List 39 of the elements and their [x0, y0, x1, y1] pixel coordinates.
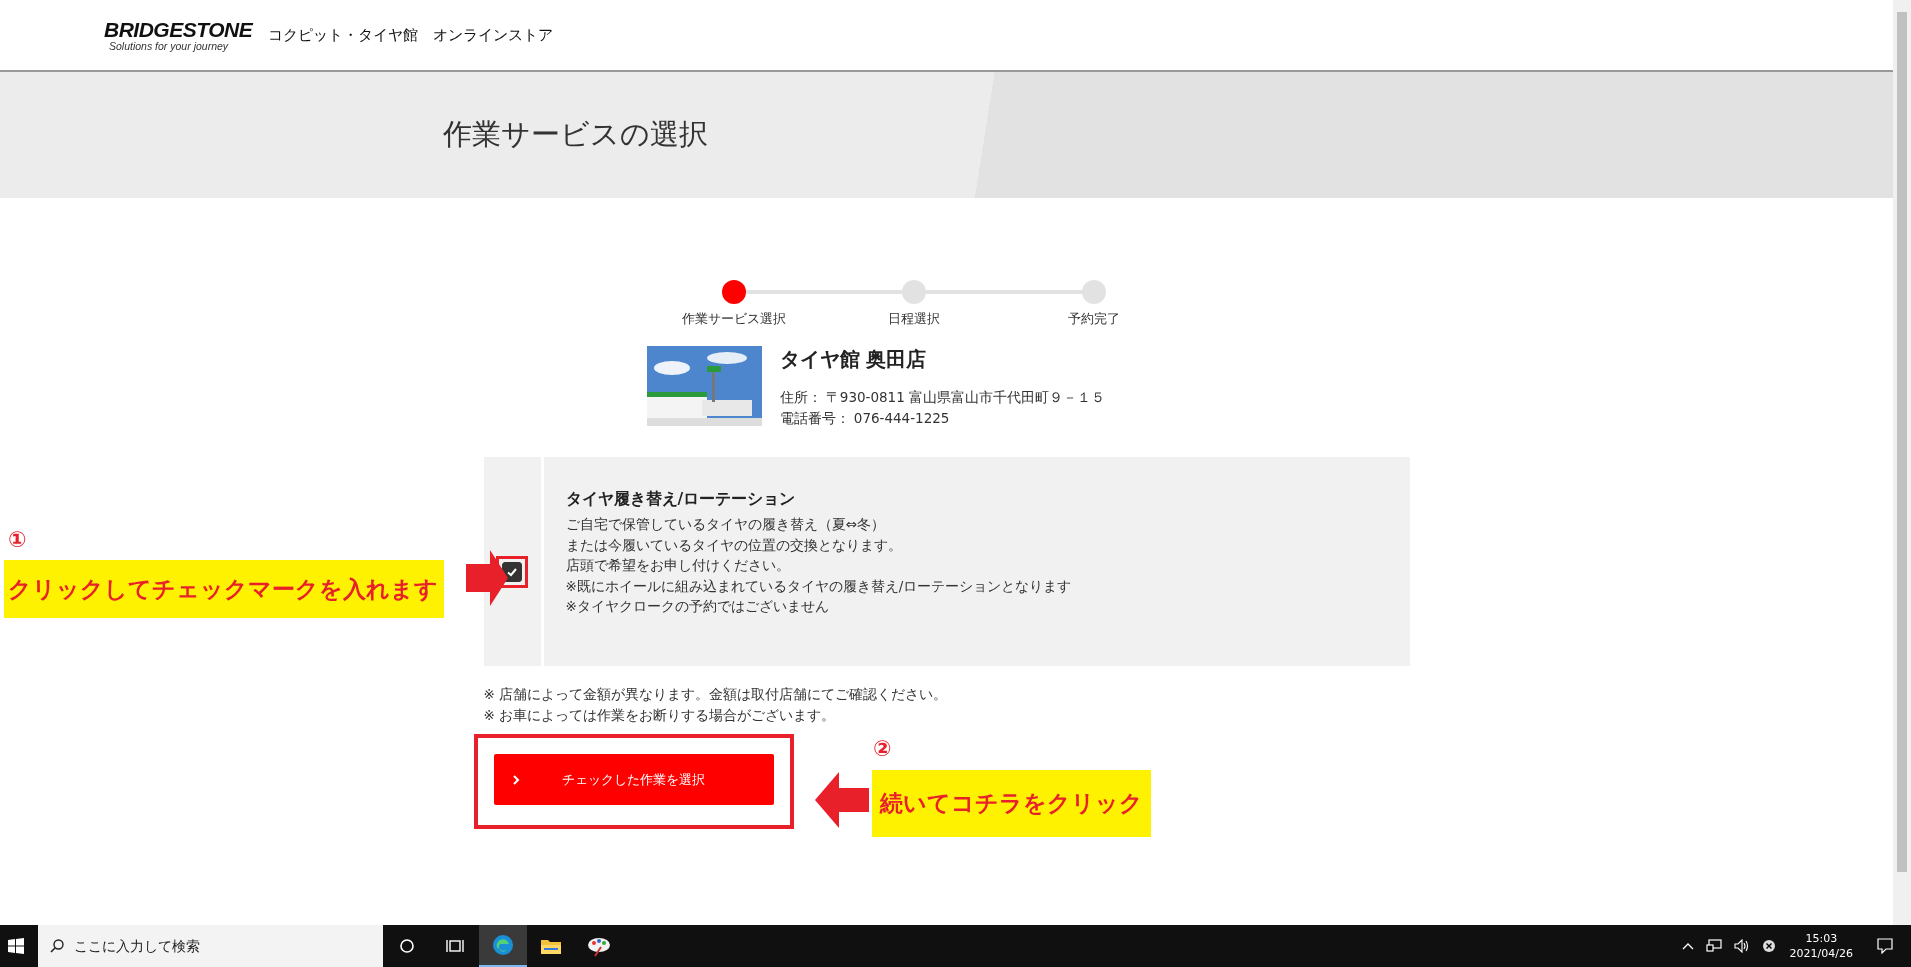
circle-icon	[399, 938, 415, 954]
network-icon[interactable]	[1705, 939, 1722, 953]
speaker-icon[interactable]	[1733, 939, 1750, 953]
service-description: ※既にホイールに組み込まれているタイヤの履き替え/ローテーションとなります	[565, 576, 1072, 596]
store-phone: 電話番号： 076-444-1225	[779, 409, 950, 428]
service-title: タイヤ履き替え/ローテーション	[565, 489, 796, 510]
note-text: ※ お車によっては作業をお断りする場合がございます。	[483, 706, 836, 725]
taskbar-search-field[interactable]: ここに入力して検索	[38, 925, 383, 967]
store-address: 住所： 〒930-0811 富山県富山市千代田町９－１５	[779, 388, 1106, 407]
step-number: ②	[873, 736, 892, 761]
page-title: 作業サービスの選択	[443, 116, 708, 153]
taskbar-clock[interactable]: 15:03 2021/04/26	[1789, 931, 1853, 961]
chevron-icon	[511, 774, 520, 785]
callout-label: クリックしてチェックマークを入れます	[4, 560, 444, 618]
select-service-button[interactable]: チェックした作業を選択	[493, 754, 774, 805]
site-title: コクピット・タイヤ館 オンラインストア	[268, 25, 554, 45]
store-name: タイヤ館 奥田店	[779, 346, 927, 373]
task-view-icon	[446, 938, 464, 954]
windows-start-icon[interactable]	[8, 938, 24, 954]
callout-label: 続いてコチラをクリック	[872, 770, 1151, 837]
step-number: ①	[8, 527, 27, 552]
chevron-up-icon[interactable]	[1681, 942, 1694, 950]
close-circle-icon[interactable]	[1761, 939, 1776, 953]
step-label: 日程選択	[887, 310, 940, 328]
service-description: または今履いているタイヤの位置の交換となります。	[565, 535, 902, 555]
arrow-left-icon	[815, 772, 869, 828]
brand-logo[interactable]: BRIDGESTONE Solutions for your journey	[104, 18, 253, 52]
notification-icon[interactable]	[1877, 938, 1893, 954]
step-label: 作業サービス選択	[681, 310, 786, 328]
paint-palette-icon	[587, 935, 611, 957]
service-description: ※タイヤクロークの予約ではございません	[565, 597, 829, 616]
browser-icon	[492, 934, 514, 956]
scrollbar[interactable]	[1893, 0, 1911, 925]
folder-icon	[540, 937, 562, 955]
service-description: 店頭で希望をお申し付けください。	[565, 556, 790, 575]
step-label: 予約完了	[1067, 310, 1120, 328]
service-description: ご自宅で保管しているタイヤの履き替え（夏⇔冬）	[565, 515, 885, 534]
search-icon	[50, 939, 64, 953]
note-text: ※ 店舗によって金額が異なります。金額は取付店舗にてご確認ください。	[483, 685, 948, 704]
